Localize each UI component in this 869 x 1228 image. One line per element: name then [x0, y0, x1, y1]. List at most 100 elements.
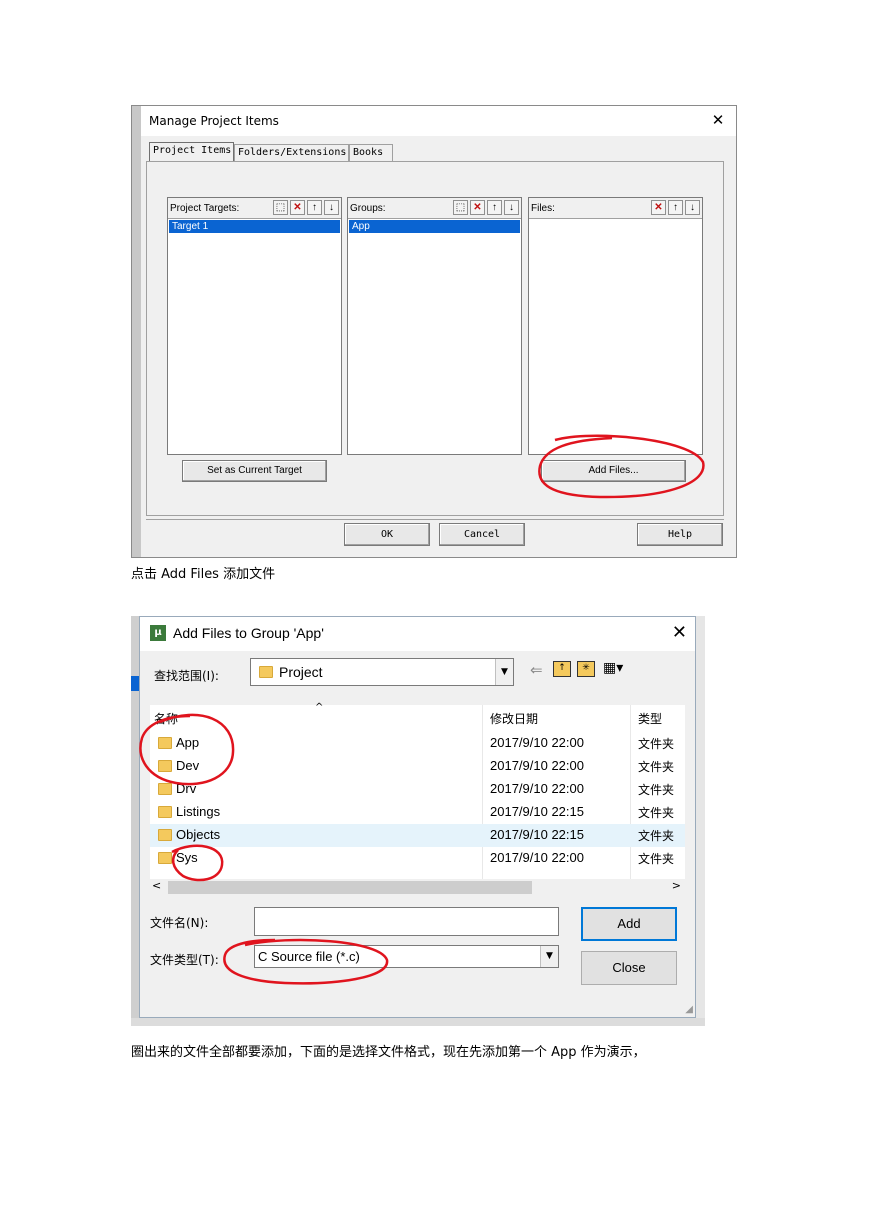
- move-down-icon[interactable]: ↓: [504, 200, 519, 215]
- ok-button[interactable]: OK: [344, 523, 430, 546]
- delete-icon[interactable]: ✕: [470, 200, 485, 215]
- manage-project-items-dialog: Manage Project Items ✕ Project Items Fol…: [131, 105, 737, 558]
- new-folder-icon[interactable]: ✳: [577, 661, 595, 677]
- list-item-selected[interactable]: Target 1: [169, 220, 340, 233]
- move-up-icon[interactable]: ↑: [307, 200, 322, 215]
- close-icon[interactable]: ✕: [710, 111, 726, 129]
- add-files-dialog: μ Add Files to Group 'App' ✕ 查找范围(I): Pr…: [139, 616, 696, 1018]
- close-button[interactable]: Close: [581, 951, 677, 985]
- scrollbar-thumb[interactable]: [168, 881, 532, 894]
- file-name: App: [176, 735, 200, 750]
- lookin-combo[interactable]: Project ▼: [250, 658, 514, 686]
- filetype-value: C Source file (*.c): [258, 949, 360, 964]
- list-header: 名称 ^ 修改日期 类型: [150, 702, 685, 879]
- new-item-icon[interactable]: ⬚: [273, 200, 288, 215]
- list-item[interactable]: Dev 2017/9/10 22:00 文件夹: [150, 755, 685, 778]
- background-window-edge: [131, 1018, 705, 1026]
- folder-icon: [158, 806, 172, 818]
- folder-icon: [158, 783, 172, 795]
- file-type: 文件夹: [638, 806, 675, 820]
- background-selection: [131, 676, 139, 691]
- folder-icon: [158, 852, 172, 864]
- file-type: 文件夹: [638, 783, 675, 797]
- filename-label: 文件名(N):: [150, 916, 209, 930]
- list-item[interactable]: App 2017/9/10 22:00 文件夹: [150, 732, 685, 755]
- file-date: 2017/9/10 22:15: [490, 804, 584, 819]
- move-down-icon[interactable]: ↓: [324, 200, 339, 215]
- close-icon[interactable]: ✕: [672, 622, 687, 643]
- help-button[interactable]: Help: [637, 523, 723, 546]
- file-date: 2017/9/10 22:15: [490, 827, 584, 842]
- file-name: Objects: [176, 827, 221, 842]
- divider: [146, 519, 724, 520]
- add-files-dialog-screenshot: μ Add Files to Group 'App' ✕ 查找范围(I): Pr…: [131, 616, 705, 1026]
- tab-books[interactable]: Books: [349, 144, 393, 162]
- chevron-right-icon[interactable]: >: [672, 879, 681, 892]
- back-icon[interactable]: ⇐: [530, 661, 543, 679]
- lookin-label: 查找范围(I):: [154, 669, 219, 683]
- file-type: 文件夹: [638, 852, 675, 866]
- file-type: 文件夹: [638, 760, 675, 774]
- chevron-down-icon[interactable]: ▼: [495, 659, 513, 685]
- list-header: Groups: ⬚ ✕ ↑ ↓: [348, 198, 521, 219]
- list-item[interactable]: Drv 2017/9/10 22:00 文件夹: [150, 778, 685, 801]
- move-up-icon[interactable]: ↑: [487, 200, 502, 215]
- list-header-label: Files:: [531, 203, 555, 214]
- lookin-value: Project: [279, 664, 323, 680]
- move-down-icon[interactable]: ↓: [685, 200, 700, 215]
- column-type[interactable]: 类型: [638, 710, 662, 727]
- groups-list[interactable]: Groups: ⬚ ✕ ↑ ↓ App: [347, 197, 522, 455]
- up-folder-icon[interactable]: ↑: [553, 661, 571, 677]
- list-header-label: Project Targets:: [170, 203, 240, 214]
- project-targets-list[interactable]: Project Targets: ⬚ ✕ ↑ ↓ Target 1: [167, 197, 342, 455]
- file-type: 文件夹: [638, 737, 675, 751]
- column-date[interactable]: 修改日期: [490, 710, 538, 727]
- move-up-icon[interactable]: ↑: [668, 200, 683, 215]
- resize-grip-icon[interactable]: ◢: [685, 1004, 693, 1015]
- add-button[interactable]: Add: [581, 907, 677, 941]
- file-date: 2017/9/10 22:00: [490, 735, 584, 750]
- horizontal-scrollbar[interactable]: < >: [150, 879, 685, 895]
- title-bar: μ Add Files to Group 'App' ✕: [140, 617, 695, 651]
- file-name: Sys: [176, 850, 198, 865]
- sort-up-icon: ^: [315, 702, 324, 713]
- dialog-title: Add Files to Group 'App': [173, 625, 324, 641]
- window-edge: [132, 106, 141, 557]
- file-date: 2017/9/10 22:00: [490, 850, 584, 865]
- chevron-left-icon[interactable]: <: [152, 879, 161, 892]
- folder-icon: [259, 666, 273, 678]
- folder-icon: [158, 829, 172, 841]
- files-list[interactable]: Files: ✕ ↑ ↓: [528, 197, 703, 455]
- file-list[interactable]: 名称 ^ 修改日期 类型 App 2017/9/10 22:00 文件夹 Dev 20…: [150, 702, 685, 883]
- new-item-icon[interactable]: ⬚: [453, 200, 468, 215]
- list-item[interactable]: Listings 2017/9/10 22:15 文件夹: [150, 801, 685, 824]
- column-name[interactable]: 名称: [154, 710, 178, 727]
- caption-add-files: 点击 Add Files 添加文件: [131, 567, 276, 582]
- folder-icon: [158, 760, 172, 772]
- dialog-title: Manage Project Items: [149, 114, 279, 128]
- list-item-selected[interactable]: App: [349, 220, 520, 233]
- delete-icon[interactable]: ✕: [651, 200, 666, 215]
- cancel-button[interactable]: Cancel: [439, 523, 525, 546]
- delete-icon[interactable]: ✕: [290, 200, 305, 215]
- view-menu-icon[interactable]: ▦▾: [603, 660, 623, 676]
- folder-icon: [158, 737, 172, 749]
- tab-project-items[interactable]: Project Items: [149, 142, 234, 162]
- list-item[interactable]: Sys 2017/9/10 22:00 文件夹: [150, 847, 685, 870]
- list-header: Files: ✕ ↑ ↓: [529, 198, 702, 219]
- file-date: 2017/9/10 22:00: [490, 781, 584, 796]
- filetype-combo[interactable]: C Source file (*.c) ▼: [254, 945, 559, 968]
- set-current-target-button[interactable]: Set as Current Target: [182, 460, 327, 482]
- tab-folders-extensions[interactable]: Folders/Extensions: [234, 144, 349, 162]
- caption-instructions: 圈出来的文件全部都要添加，下面的是选择文件格式，现在先添加第一个 App 作为演…: [131, 1045, 646, 1060]
- chevron-down-icon[interactable]: ▼: [540, 946, 558, 967]
- filetype-label: 文件类型(T):: [150, 953, 219, 967]
- filename-input[interactable]: [254, 907, 559, 936]
- keil-app-icon: μ: [150, 625, 166, 641]
- file-name: Drv: [176, 781, 197, 796]
- add-files-button[interactable]: Add Files...: [541, 460, 686, 482]
- list-item[interactable]: Objects 2017/9/10 22:15 文件夹: [150, 824, 685, 847]
- file-date: 2017/9/10 22:00: [490, 758, 584, 773]
- title-bar: Manage Project Items ✕: [141, 106, 736, 136]
- file-name: Listings: [176, 804, 221, 819]
